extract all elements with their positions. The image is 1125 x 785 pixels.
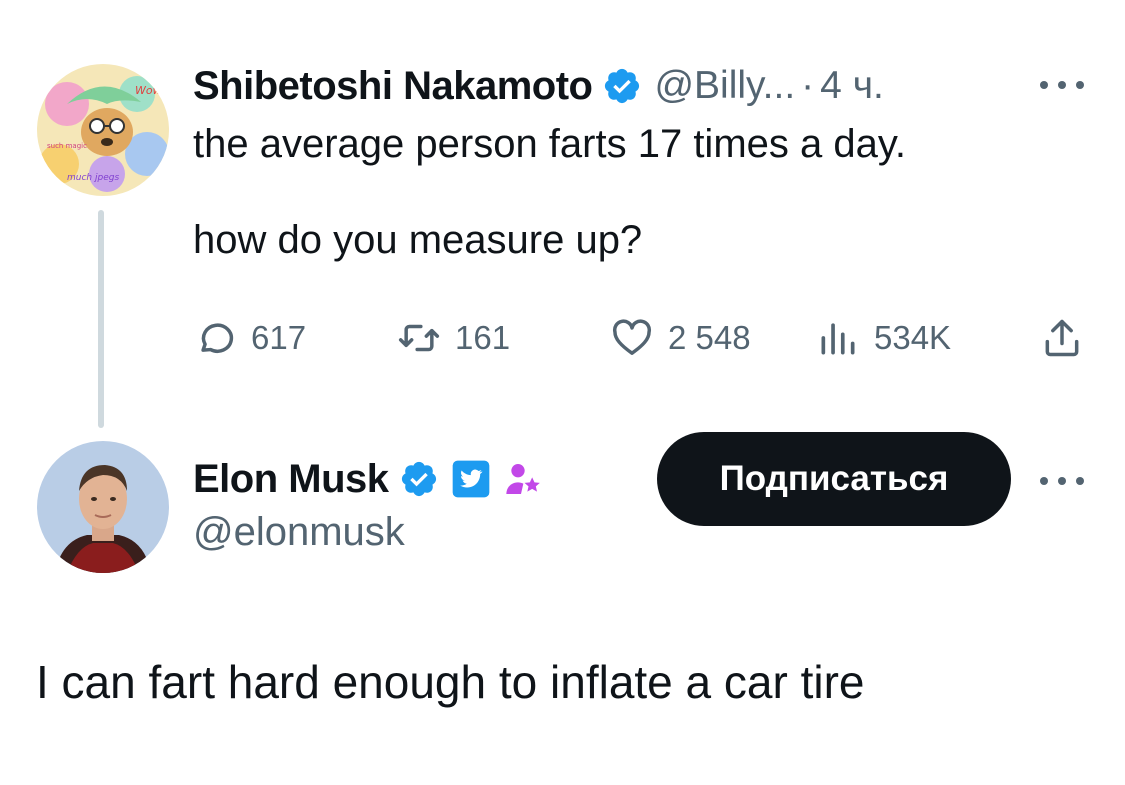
reply-count: 617 bbox=[251, 319, 307, 356]
retweet-button[interactable]: 161 bbox=[397, 314, 510, 362]
shibetoshi-avatar[interactable]: Wow such magic much jpegs bbox=[37, 64, 169, 196]
more-options-icon[interactable] bbox=[1040, 471, 1084, 491]
verified-badge-icon[interactable] bbox=[399, 459, 439, 499]
author-name[interactable]: Shibetoshi Nakamoto bbox=[193, 64, 593, 109]
like-count: 2 548 bbox=[668, 319, 751, 356]
follow-button[interactable]: Подписаться bbox=[657, 432, 1011, 526]
share-icon bbox=[1045, 319, 1079, 357]
reply-header: Elon Musk bbox=[193, 453, 543, 505]
like-icon bbox=[612, 319, 652, 355]
more-options-icon[interactable] bbox=[1040, 75, 1084, 95]
views-count: 534K bbox=[874, 319, 952, 356]
thread-connector-line bbox=[98, 210, 104, 428]
elon-avatar[interactable] bbox=[37, 441, 169, 573]
retweet-count: 161 bbox=[455, 319, 511, 356]
affiliate-person-icon[interactable] bbox=[503, 459, 543, 499]
svg-text:Wow: Wow bbox=[135, 84, 162, 97]
separator-dot: · bbox=[801, 64, 815, 107]
verified-badge-icon[interactable] bbox=[602, 66, 642, 106]
tweet-header: Shibetoshi Nakamoto @Billy... · 4 ч. bbox=[193, 60, 884, 112]
views-button[interactable]: 534K bbox=[816, 314, 951, 362]
like-button[interactable]: 2 548 bbox=[610, 314, 751, 362]
svg-text:much jpegs: much jpegs bbox=[67, 173, 119, 183]
reply-text: I can fart hard enough to inflate a car … bbox=[36, 656, 865, 708]
reply-author-name[interactable]: Elon Musk bbox=[193, 457, 389, 502]
tweet-timestamp[interactable]: 4 ч. bbox=[820, 64, 884, 108]
reply-icon bbox=[201, 323, 234, 353]
share-button[interactable] bbox=[1040, 314, 1098, 362]
author-handle[interactable]: @Billy... bbox=[654, 64, 795, 108]
twitter-bird-icon[interactable] bbox=[451, 459, 491, 499]
svg-text:such magic: such magic bbox=[47, 142, 87, 150]
tweet-text: the average person farts 17 times a day.… bbox=[193, 122, 906, 262]
reply-author-handle[interactable]: @elonmusk bbox=[193, 510, 405, 555]
retweet-icon bbox=[398, 324, 440, 352]
reply-button[interactable]: 617 bbox=[193, 314, 306, 362]
views-icon bbox=[821, 323, 855, 355]
